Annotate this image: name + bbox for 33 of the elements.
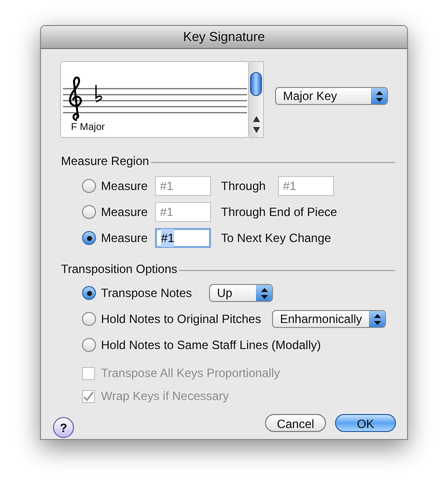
radio-button[interactable] xyxy=(82,179,96,193)
dropdown[interactable]: Major Key xyxy=(275,87,388,105)
field-label: Through xyxy=(221,178,267,195)
radio-label[interactable]: Transpose Notes xyxy=(101,284,209,302)
stepper-icon xyxy=(369,311,385,327)
radio-button[interactable] xyxy=(82,286,96,300)
down-arrow-icon[interactable] xyxy=(252,127,260,133)
radio-label[interactable]: Hold Notes to Original Pitches xyxy=(101,310,272,328)
radio-label[interactable]: Measure xyxy=(101,203,155,221)
section-title: Transposition Options xyxy=(61,261,178,278)
radio-label[interactable]: Measure xyxy=(101,177,155,195)
stepper-icon xyxy=(256,285,272,301)
cancel-button[interactable]: Cancel xyxy=(265,414,326,432)
field-label: Through End of Piece xyxy=(221,204,338,221)
radio-label[interactable]: Hold Notes to Same Staff Lines (Modally) xyxy=(101,336,321,354)
window-title: Key Signature xyxy=(183,28,265,46)
text-field[interactable]: #1 xyxy=(155,228,211,248)
scrollbar[interactable] xyxy=(249,61,264,138)
field-label: To Next Key Change xyxy=(221,230,332,247)
ok-button[interactable]: OK xyxy=(335,414,396,432)
radio-button[interactable] xyxy=(82,338,96,352)
section-title: Measure Region xyxy=(61,153,150,170)
stepper-icon xyxy=(371,88,387,104)
dropdown[interactable]: Enharmonically xyxy=(272,310,386,328)
key-caption: F Major xyxy=(71,121,105,135)
scroll-thumb[interactable] xyxy=(250,72,262,96)
help-button[interactable]: ? xyxy=(53,417,74,438)
radio-label[interactable]: Measure xyxy=(101,229,155,247)
radio-button[interactable] xyxy=(82,312,96,326)
radio-button[interactable] xyxy=(82,231,96,245)
dropdown[interactable]: Up xyxy=(209,284,273,302)
radio-button[interactable] xyxy=(82,205,96,219)
up-arrow-icon[interactable] xyxy=(252,116,260,122)
